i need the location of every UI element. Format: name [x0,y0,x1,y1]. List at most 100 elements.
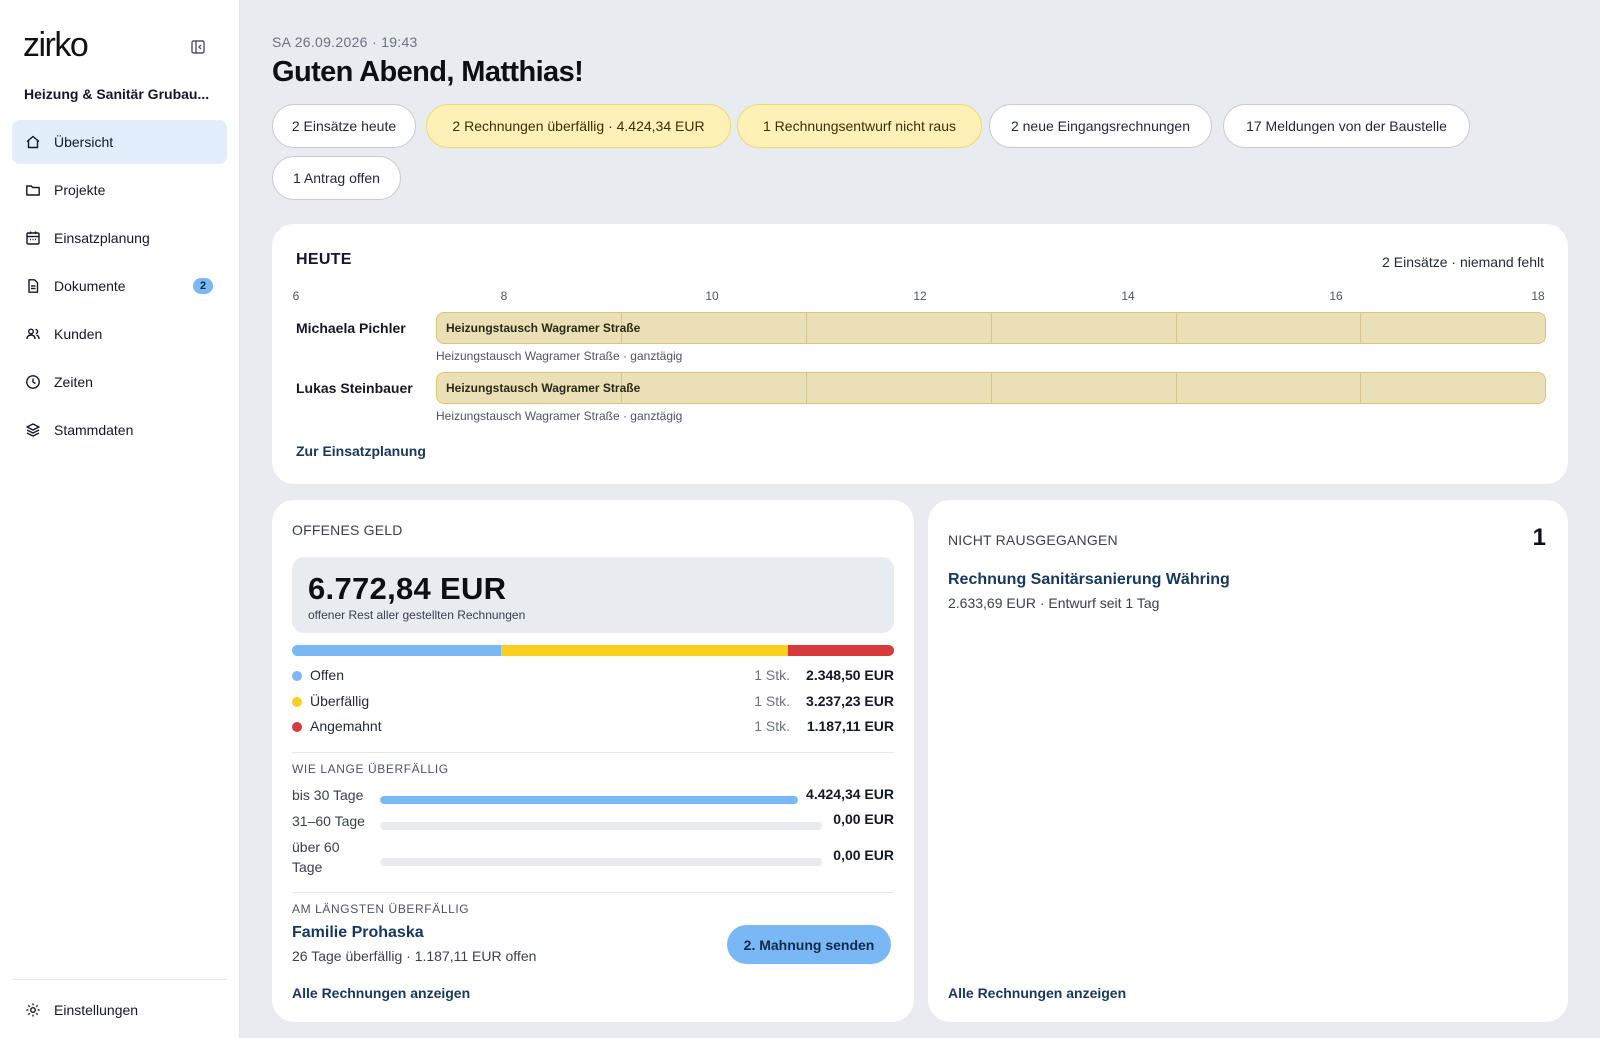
einsatzplanung-link[interactable]: Zur Einsatzplanung [296,443,426,459]
sidebar-item-projekte[interactable]: Projekte [12,168,227,212]
stack-segment [292,645,501,656]
open-money-title: OFFENES GELD [292,522,403,538]
age-bar [380,858,822,866]
layers-icon [25,422,41,438]
age-label: 31–60 Tage [292,813,365,829]
not-sent-title: NICHT RAUSGEGANGEN [948,532,1118,548]
hour-tick: 18 [1531,289,1545,303]
sidebar-item-kunden[interactable]: Kunden [12,312,227,356]
overdue-customer-detail: 26 Tage überfällig · 1.187,11 EUR offen [292,948,537,964]
legend-dot [292,671,302,681]
open-money-card: OFFENES GELD 6.772,84 EUR offener Rest a… [272,500,914,1022]
legend-name: Überfällig [310,693,370,709]
sidebar-item-uebersicht[interactable]: Übersicht [12,120,227,164]
app-logo[interactable]: zirko [23,26,89,65]
draft-invoice-detail: 2.633,69 EUR · Entwurf seit 1 Tag [948,595,1160,611]
sidebar-item-label: Projekte [54,182,106,198]
legend-dot [292,722,302,732]
legend-row-offen: Offen 1 Stk. 2.348,50 EUR [292,666,894,686]
sidebar-item-zeiten[interactable]: Zeiten [12,360,227,404]
folder-icon [25,182,41,198]
legend-amount: 1.187,11 EUR [806,718,894,734]
assignment-bar[interactable]: Heizungstausch Wagramer Straße [436,372,1546,404]
age-bar [380,822,822,830]
chip-meldungen-baustelle[interactable]: 17 Meldungen von der Baustelle [1223,104,1470,148]
not-sent-card: NICHT RAUSGEGANGEN 1 Rechnung Sanitärsan… [928,500,1568,1022]
sidebar-item-label: Stammdaten [54,422,134,438]
legend-row-angemahnt: Angemahnt 1 Stk. 1.187,11 EUR [292,717,894,737]
legend-count: 1 Stk. [754,667,790,683]
chip-einsaetze-heute[interactable]: 2 Einsätze heute [272,104,416,148]
current-datetime: SA 26.09.2026 · 19:43 [272,34,418,50]
page-title: Guten Abend, Matthias! [272,56,584,88]
main-nav: Übersicht Projekte Einsatzplanung Dokume… [12,120,227,456]
hour-tick: 12 [913,289,927,303]
sidebar-item-label: Einsatzplanung [54,230,150,246]
not-sent-count: 1 [1532,524,1546,551]
document-icon [25,278,41,294]
draft-invoice-link[interactable]: Rechnung Sanitärsanierung Währing [948,571,1230,589]
legend-amount: 3.237,23 EUR [806,693,894,709]
longest-overdue-title: AM LÄNGSTEN ÜBERFÄLLIG [292,902,470,916]
age-amount: 0,00 EUR [833,847,894,863]
legend-row-ueberfaellig: Überfällig 1 Stk. 3.237,23 EUR [292,692,894,712]
technician-name: Lukas Steinbauer [296,380,413,396]
chip-eingangsrechnungen[interactable]: 2 neue Eingangsrechnungen [989,104,1212,148]
sidebar-item-einstellungen[interactable]: Einstellungen [12,992,227,1028]
chip-antrag-offen[interactable]: 1 Antrag offen [272,156,401,200]
assignment-label: Heizungstausch Wagramer Straße [446,321,641,335]
sidebar-item-label: Zeiten [54,374,93,390]
stack-segment [788,645,894,656]
age-amount: 0,00 EUR [833,811,894,827]
legend-amount: 2.348,50 EUR [806,667,894,683]
technician-name: Michaela Pichler [296,320,406,336]
sidebar-item-label: Übersicht [54,134,114,150]
sidebar-item-label: Dokumente [54,278,126,294]
overdue-customer-link[interactable]: Familie Prohaska [292,924,424,942]
chip-rechnungsentwurf[interactable]: 1 Rechnungsentwurf nicht raus [737,104,982,148]
sidebar-item-stammdaten[interactable]: Stammdaten [12,408,227,452]
legend-count: 1 Stk. [754,693,790,709]
age-amount: 4.424,34 EUR [806,786,894,802]
home-icon [25,134,41,150]
assignment-bar[interactable]: Heizungstausch Wagramer Straße [436,312,1546,344]
age-bar-fill [380,796,798,804]
total-amount: 6.772,84 EUR [308,571,507,606]
divider [292,752,894,753]
divider [292,892,894,893]
sidebar-item-label: Kunden [54,326,103,342]
hour-tick: 16 [1329,289,1343,303]
sidebar-item-dokumente[interactable]: Dokumente 2 [12,264,227,308]
legend-dot [292,697,302,707]
today-title: HEUTE [296,251,352,268]
status-stacked-bar [292,645,894,656]
clock-icon [25,374,41,390]
legend-count: 1 Stk. [754,718,790,734]
all-invoices-link[interactable]: Alle Rechnungen anzeigen [292,985,470,1001]
settings-label: Einstellungen [54,1002,139,1018]
total-caption: offener Rest aller gestellten Rechnungen [308,608,526,622]
total-box: 6.772,84 EUR offener Rest aller gestellt… [292,557,894,633]
company-name[interactable]: Heizung & Sanitär Grubau... [24,86,209,102]
chip-rechnungen-ueberfaellig[interactable]: 2 Rechnungen überfällig · 4.424,34 EUR [426,104,731,148]
legend-name: Angemahnt [310,718,382,734]
hour-tick: 10 [705,289,719,303]
calendar-icon [25,230,41,246]
age-label: bis 30 Tage [292,787,364,803]
all-invoices-link[interactable]: Alle Rechnungen anzeigen [948,985,1126,1001]
assignment-detail: Heizungstausch Wagramer Straße · ganztäg… [436,349,683,363]
sidebar-item-einsatzplanung[interactable]: Einsatzplanung [12,216,227,260]
today-card: HEUTE 2 Einsätze · niemand fehlt 6 8 10 … [272,224,1568,484]
assignment-label: Heizungstausch Wagramer Straße [446,381,641,395]
today-summary: 2 Einsätze · niemand fehlt [1382,254,1544,270]
users-icon [25,326,41,342]
age-section-title: WIE LANGE ÜBERFÄLLIG [292,762,449,776]
age-label: über 60 Tage [292,839,340,875]
hour-tick: 14 [1121,289,1135,303]
age-bar [380,796,798,804]
sidebar-collapse-icon[interactable] [190,39,206,55]
send-reminder-button[interactable]: 2. Mahnung senden [727,925,891,964]
sidebar: zirko Heizung & Sanitär Grubau... Übersi… [0,0,240,1038]
sidebar-divider [12,979,227,980]
documents-count-badge: 2 [193,278,213,294]
